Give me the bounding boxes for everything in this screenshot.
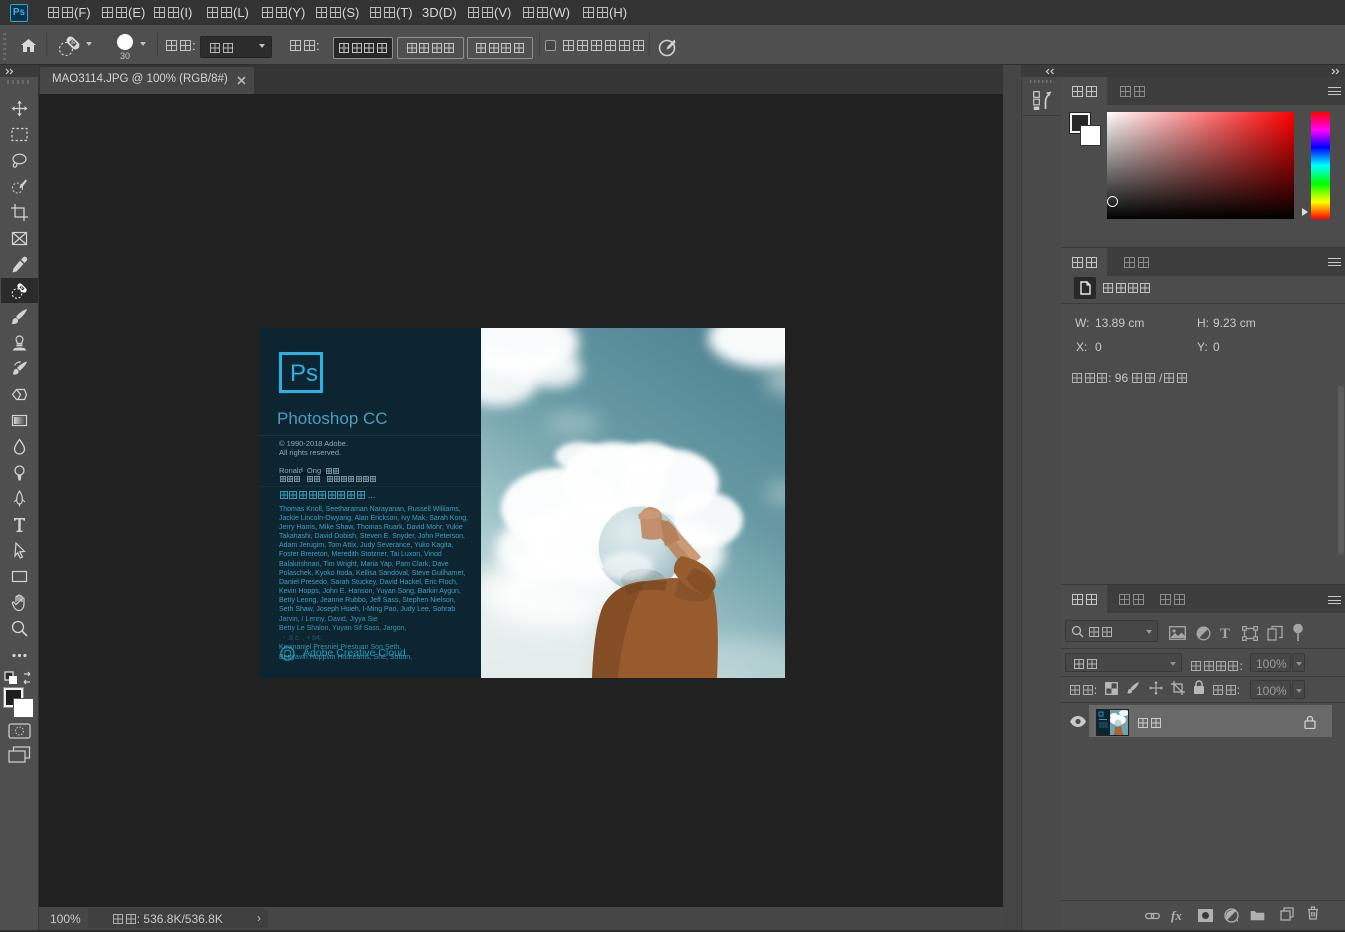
svg-text:Ps: Ps: [290, 360, 318, 387]
